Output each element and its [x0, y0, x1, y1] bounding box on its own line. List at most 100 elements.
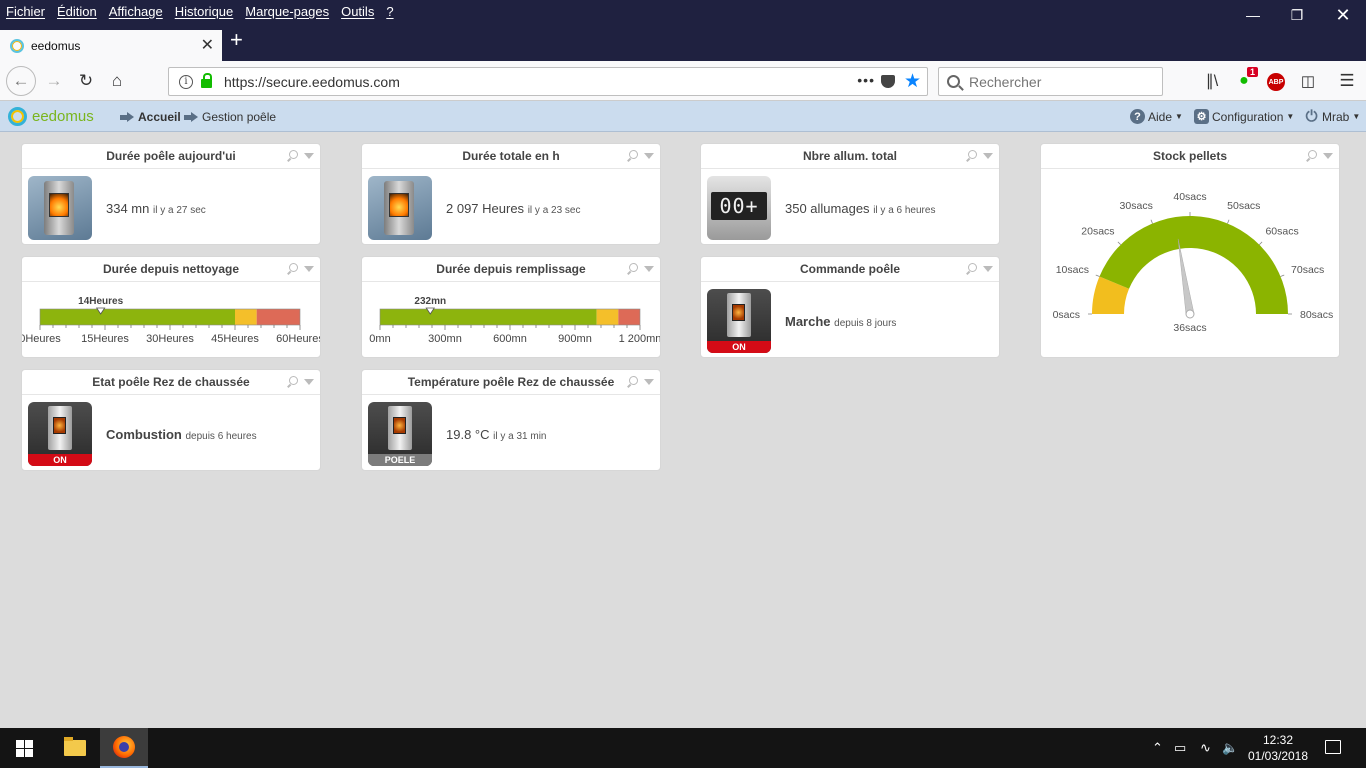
gauge-tick: [1117, 241, 1121, 245]
zoom-icon[interactable]: [289, 263, 298, 272]
widget-since: il y a 27 sec: [153, 205, 206, 216]
start-button[interactable]: [0, 728, 48, 768]
wifi-icon[interactable]: ∿: [1200, 740, 1211, 756]
zoom-icon[interactable]: [289, 376, 298, 385]
gauge-needle-pivot: [1185, 309, 1195, 319]
chevron-up-icon[interactable]: ⌃: [1152, 740, 1163, 756]
widget-title: Commande poêle: [799, 262, 901, 276]
gauge-arc-band: [1099, 215, 1288, 314]
new-tab-icon[interactable]: +: [230, 29, 243, 51]
gauge-band: [40, 309, 235, 325]
forward-arrow-icon[interactable]: →: [40, 67, 68, 95]
page-actions-icon[interactable]: •••: [857, 72, 875, 88]
bookmark-star-icon[interactable]: ★: [904, 70, 921, 93]
back-arrow-icon[interactable]: ←: [6, 66, 36, 96]
eedomus-logo[interactable]: eedomus: [8, 107, 94, 126]
gauge-band: [256, 309, 300, 325]
battery-icon[interactable]: ▭: [1174, 740, 1186, 756]
widget-since: il y a 31 min: [493, 431, 547, 442]
zoom-icon[interactable]: [968, 150, 977, 159]
widget-stock-pellets: Stock pellets 0sacs 10sacs 20sacs 30sacs 40s…: [1040, 143, 1340, 358]
notification-center-icon[interactable]: [1325, 740, 1341, 754]
menu-marque-pages[interactable]: Marque-pages: [245, 4, 329, 19]
pocket-icon[interactable]: [881, 75, 895, 88]
menu-edition[interactable]: Édition: [57, 4, 97, 19]
help-icon: ?: [1130, 109, 1145, 124]
zoom-icon[interactable]: [968, 263, 977, 272]
menu-outils[interactable]: Outils: [341, 4, 374, 19]
gauge-tick: [1259, 241, 1263, 245]
gauge-tick-label: 50sacs: [1227, 200, 1260, 212]
volume-icon[interactable]: 🔈: [1222, 740, 1238, 756]
gear-icon: ⚙: [1194, 109, 1209, 124]
search-bar[interactable]: [938, 67, 1163, 96]
library-icon[interactable]: ∥\: [1201, 70, 1223, 92]
menu-historique[interactable]: Historique: [175, 4, 234, 19]
url-bar[interactable]: i https://secure.eedomus.com ••• ★: [168, 67, 928, 96]
gauge-tick-label: 30Heures: [146, 333, 194, 345]
stove-on-button[interactable]: ON: [707, 289, 771, 353]
breadcrumb-accueil[interactable]: Accueil: [120, 110, 181, 124]
gauge-tick-label: 600mn: [493, 333, 527, 345]
taskbar-file-explorer[interactable]: [51, 728, 99, 768]
dropdown-arrow-icon[interactable]: [644, 153, 654, 160]
dropdown-arrow-icon[interactable]: [983, 153, 993, 160]
hamburger-menu-icon[interactable]: ☰: [1336, 70, 1358, 92]
gauge-tick-label: 0Heures: [22, 333, 61, 345]
dropdown-arrow-icon[interactable]: [304, 379, 314, 386]
menu-fichier[interactable]: Fichier: [6, 4, 45, 19]
widget-value: Combustion: [106, 427, 182, 442]
taskbar-firefox[interactable]: [100, 728, 148, 768]
url-text[interactable]: https://secure.eedomus.com: [224, 74, 400, 90]
stove-state-image: ON: [28, 402, 92, 466]
widget-etat: Etat poêle Rez de chaussée ON Combustion…: [21, 369, 321, 471]
extension-badge: 1: [1247, 67, 1259, 77]
logo-text: eedomus: [32, 108, 94, 125]
tab-title: eedomus: [31, 38, 81, 53]
widget-title: Durée totale en h: [462, 149, 560, 163]
widget-since: il y a 6 heures: [873, 205, 936, 216]
power-icon: ⏻: [1305, 108, 1318, 125]
gauge-tick-label: 20sacs: [1081, 226, 1114, 238]
tab-bar: eedomus ✕: [0, 23, 1366, 61]
gauge-tick-label: 15Heures: [81, 333, 129, 345]
user-menu[interactable]: ⏻ Mrab ▼: [1304, 108, 1361, 125]
app-header: eedomus Accueil Gestion poêle ? Aide ▼ ⚙…: [0, 101, 1366, 132]
help-label: Aide: [1148, 109, 1173, 124]
menu-help[interactable]: ?: [386, 4, 393, 19]
sidebar-icon[interactable]: ◫: [1297, 70, 1319, 92]
breadcrumb-label: Accueil: [138, 110, 181, 124]
tab-close-icon[interactable]: ✕: [201, 35, 214, 55]
zoom-icon[interactable]: [629, 150, 638, 159]
dropdown-arrow-icon[interactable]: [304, 266, 314, 273]
gauge-tick-label: 1 200mn: [619, 333, 660, 345]
zoom-icon[interactable]: [289, 150, 298, 159]
help-menu[interactable]: ? Aide ▼: [1130, 109, 1183, 124]
search-input[interactable]: [969, 73, 1149, 90]
tab-eedomus[interactable]: eedomus ✕: [0, 30, 222, 61]
widget-duree-remplissage: Durée depuis remplissage 0mn 300mn 600mn 90…: [361, 256, 661, 358]
gauge-tick-label: 10sacs: [1056, 264, 1089, 276]
site-info-icon[interactable]: i: [179, 74, 193, 89]
logo-ring-icon: [8, 107, 27, 126]
dropdown-arrow-icon[interactable]: [304, 153, 314, 160]
home-icon[interactable]: ⌂: [103, 67, 131, 95]
dropdown-arrow-icon[interactable]: [1323, 153, 1333, 160]
reload-icon[interactable]: ↻: [72, 67, 100, 95]
breadcrumb-gestion-poele[interactable]: Gestion poêle: [184, 110, 276, 124]
menu-affichage[interactable]: Affichage: [109, 4, 163, 19]
zoom-icon[interactable]: [629, 263, 638, 272]
stove-flame-image: [28, 176, 92, 240]
zoom-icon[interactable]: [1308, 150, 1317, 159]
remplissage-bar-gauge: 0mn 300mn 600mn 900mn 1 200mn 232mn: [369, 296, 660, 345]
gauge-tick: [1095, 274, 1100, 277]
zoom-icon[interactable]: [629, 376, 638, 385]
dropdown-arrow-icon[interactable]: [983, 266, 993, 273]
dropdown-arrow-icon[interactable]: [644, 266, 654, 273]
clock[interactable]: 12:32 01/03/2018: [1238, 732, 1318, 764]
dropdown-arrow-icon[interactable]: [644, 379, 654, 386]
stove-flame-image: [368, 176, 432, 240]
configuration-menu[interactable]: ⚙ Configuration ▼: [1194, 109, 1294, 124]
adblock-icon[interactable]: ABP: [1267, 73, 1285, 91]
widget-duree-nettoyage: Durée depuis nettoyage 0Heures 15Heures 30…: [21, 256, 321, 358]
